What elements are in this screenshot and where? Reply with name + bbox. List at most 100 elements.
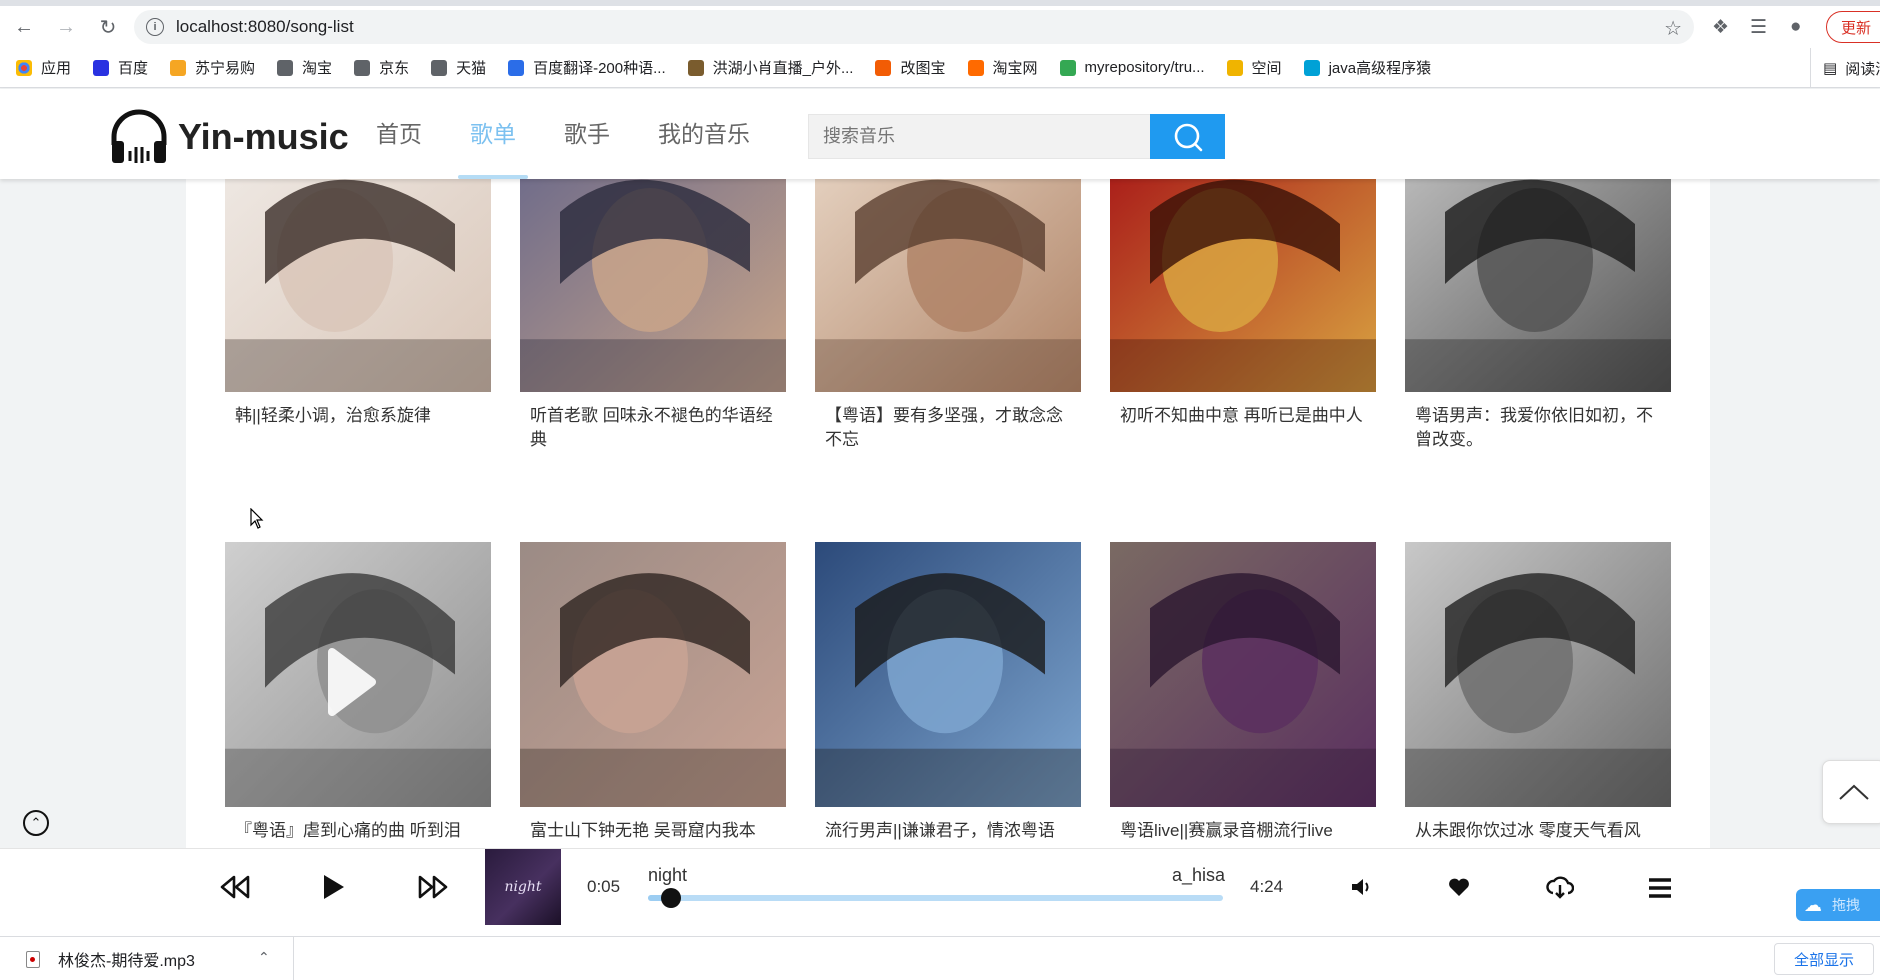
previous-button[interactable]	[220, 875, 250, 899]
bookmark-item[interactable]: 淘宝网	[967, 57, 1038, 78]
show-all-downloads-button[interactable]: 全部显示	[1774, 943, 1874, 975]
playlist-card[interactable]: 流行男声||谦谦君子，情浓粤语	[815, 542, 1081, 848]
current-time: 0:05	[587, 877, 621, 896]
playlist-title[interactable]: 粤语男声：我爱你依旧如初，不曾改变。	[1405, 404, 1671, 452]
volume-button[interactable]	[1350, 877, 1372, 897]
playlist-card[interactable]: 『粤语』虐到心痛的曲 听到泪	[225, 542, 491, 848]
bookmark-label: 百度翻译-200种语...	[533, 60, 666, 77]
playlist-card[interactable]: 富士山下钟无艳 吴哥窟内我本	[520, 542, 786, 848]
song-title: night	[648, 865, 688, 885]
download-button[interactable]	[1546, 875, 1574, 899]
back-to-top-button[interactable]	[1822, 760, 1880, 824]
song-artist: a_hisa	[1172, 865, 1226, 885]
playlist-cover[interactable]	[1405, 542, 1671, 807]
headphones-icon	[111, 109, 167, 163]
reload-icon[interactable]: ↻	[90, 9, 126, 45]
site-info-icon[interactable]: i	[146, 18, 164, 36]
site-logo[interactable]: Yin-music	[108, 107, 349, 167]
search-button[interactable]	[1150, 114, 1225, 159]
site-header: Yin-music 首页 歌单 歌手 我的音乐	[0, 89, 1880, 179]
playlist-cover[interactable]	[1110, 542, 1376, 807]
bookmark-item[interactable]: 应用	[16, 57, 71, 78]
bookmark-item[interactable]: java高级程序猿	[1303, 57, 1431, 78]
progress-bar[interactable]	[648, 888, 1223, 908]
bookmark-favicon-icon	[1303, 59, 1320, 76]
bookmark-item[interactable]: 空间	[1226, 57, 1282, 78]
playlist-cover[interactable]	[815, 542, 1081, 807]
bookmark-item[interactable]: 洪湖小肖直播_户外...	[687, 57, 853, 78]
playlist-title[interactable]: 【粤语】要有多坚强，才敢念念不忘	[815, 404, 1081, 452]
playlist-cover[interactable]	[815, 178, 1081, 392]
back-arrow-icon[interactable]: ←	[6, 9, 42, 45]
media-control-icon[interactable]: ☰	[1750, 16, 1767, 39]
playlist-title[interactable]: 韩||轻柔小调，治愈系旋律	[225, 404, 491, 452]
browser-toolbar: ← → ↻ i localhost:8080/song-list ☆ ❖ ☰ ●…	[0, 6, 1880, 48]
bookmark-star-icon[interactable]: ☆	[1664, 16, 1682, 41]
playlist-cover-hover[interactable]	[225, 542, 491, 807]
bookmark-item[interactable]: 京东	[354, 57, 409, 78]
playlist-card[interactable]: 韩||轻柔小调，治愈系旋律	[225, 178, 491, 452]
nav-playlists[interactable]: 歌单	[458, 89, 528, 179]
cloud-drag-button[interactable]: ☁ 拖拽	[1796, 889, 1880, 921]
playlist-title[interactable]: 富士山下钟无艳 吴哥窟内我本	[520, 819, 786, 848]
bookmark-item[interactable]: 改图宝	[875, 57, 946, 78]
music-player-bar: night 0:05 night a_hisa 4:24 ☁ 拖拽	[0, 848, 1880, 936]
playlist-cover[interactable]	[1405, 178, 1671, 392]
playlist-menu-button[interactable]	[1648, 877, 1672, 899]
download-item[interactable]: 林俊杰-期待爱.mp3 ⌃	[0, 937, 294, 980]
bookmark-label: 空间	[1251, 60, 1282, 77]
favorite-button[interactable]	[1448, 877, 1470, 897]
url-text[interactable]: localhost:8080/song-list	[176, 17, 354, 37]
playlist-card[interactable]: 听首老歌 回味永不褪色的华语经典	[520, 178, 786, 452]
album-cover[interactable]: night	[485, 849, 561, 925]
bookmark-favicon-icon	[508, 59, 525, 76]
main-nav: 首页 歌单 歌手 我的音乐	[376, 89, 798, 179]
playlist-title[interactable]: 初听不知曲中意 再听已是曲中人	[1110, 404, 1376, 452]
bookmark-favicon-icon	[277, 59, 294, 76]
play-button[interactable]	[322, 873, 346, 901]
playlist-card[interactable]: 从未跟你饮过冰 零度天气看风	[1405, 542, 1671, 848]
mouse-cursor-icon	[250, 508, 264, 529]
chevron-up-icon[interactable]: ⌃	[258, 949, 270, 966]
playlist-cover[interactable]	[1110, 178, 1376, 392]
bookmark-item[interactable]: 百度	[93, 57, 148, 78]
playlist-card[interactable]: 【粤语】要有多坚强，才敢念念不忘	[815, 178, 1081, 452]
playlist-cover[interactable]	[225, 178, 491, 392]
playlist-title[interactable]: 『粤语』虐到心痛的曲 听到泪	[225, 819, 491, 848]
playlist-card[interactable]: 粤语live||赛赢录音棚流行live	[1110, 542, 1376, 848]
reading-list-button[interactable]: ▤ 阅读清单	[1810, 48, 1880, 88]
bookmark-label: 淘宝	[302, 60, 333, 77]
playlist-card[interactable]: 粤语男声：我爱你依旧如初，不曾改变。	[1405, 178, 1671, 452]
nav-singers[interactable]: 歌手	[564, 89, 610, 179]
bookmark-label: 京东	[379, 60, 410, 77]
nav-my-music[interactable]: 我的音乐	[658, 89, 750, 179]
bookmark-label: 改图宝	[900, 60, 946, 77]
update-button[interactable]: 更新	[1826, 11, 1880, 43]
bookmark-item[interactable]: myrepository/tru...	[1059, 59, 1205, 76]
total-time: 4:24	[1250, 877, 1284, 896]
search-input[interactable]	[808, 114, 1150, 159]
profile-avatar-icon[interactable]: ●	[1790, 16, 1801, 38]
fast-forward-icon	[418, 875, 448, 899]
extensions-icon[interactable]: ❖	[1712, 16, 1729, 39]
forward-arrow-icon[interactable]: →	[48, 9, 84, 45]
heart-icon	[1449, 878, 1469, 896]
playlist-title[interactable]: 从未跟你饮过冰 零度天气看风	[1405, 819, 1671, 848]
progress-handle[interactable]	[661, 888, 681, 908]
collapse-player-icon[interactable]: ⌃	[23, 810, 49, 836]
playlist-cover[interactable]	[520, 178, 786, 392]
next-button[interactable]	[418, 875, 448, 899]
bookmark-label: myrepository/tru...	[1084, 59, 1205, 76]
playlist-title[interactable]: 听首老歌 回味永不褪色的华语经典	[520, 404, 786, 452]
bookmark-item[interactable]: 淘宝	[277, 57, 332, 78]
playlist-title[interactable]: 粤语live||赛赢录音棚流行live	[1110, 819, 1376, 848]
playlist-title[interactable]: 流行男声||谦谦君子，情浓粤语	[815, 819, 1081, 848]
bookmark-item[interactable]: 苏宁易购	[170, 57, 255, 78]
playlist-cover[interactable]	[520, 542, 786, 807]
bookmark-item[interactable]: 百度翻译-200种语...	[508, 57, 666, 78]
playlist-card[interactable]: 初听不知曲中意 再听已是曲中人	[1110, 178, 1376, 452]
bookmark-item[interactable]: 天猫	[431, 57, 486, 78]
nav-home[interactable]: 首页	[376, 89, 422, 179]
address-bar[interactable]: i localhost:8080/song-list ☆	[134, 10, 1694, 44]
cloud-drag-label: 拖拽	[1832, 897, 1860, 913]
